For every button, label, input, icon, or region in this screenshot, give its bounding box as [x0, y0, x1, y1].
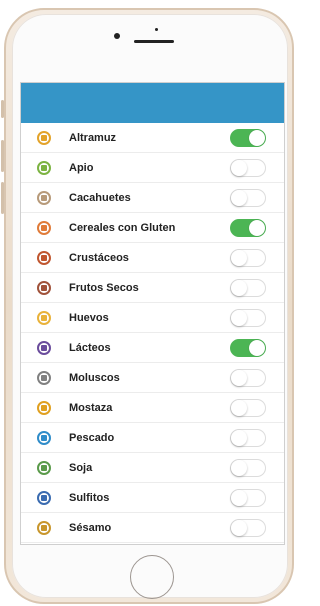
- allergen-icon: [37, 250, 51, 265]
- volume-down-button: [1, 182, 4, 214]
- allergen-label: Cacahuetes: [69, 191, 131, 204]
- toggle-knob: [249, 339, 265, 356]
- app-header-bar: [21, 83, 284, 123]
- list-item[interactable]: Lácteos: [21, 333, 284, 363]
- allergen-toggle[interactable]: [230, 518, 266, 537]
- allergen-label: Sésamo: [69, 521, 112, 534]
- allergen-label: Crustáceos: [69, 251, 129, 264]
- allergen-toggle[interactable]: [230, 428, 266, 447]
- allergen-toggle[interactable]: [230, 308, 266, 327]
- toggle-knob: [231, 309, 247, 326]
- list-item[interactable]: Apio: [21, 153, 284, 183]
- allergen-icon: [37, 460, 51, 475]
- proximity-sensor: [155, 28, 158, 31]
- list-item[interactable]: Moluscos: [21, 363, 284, 393]
- allergen-icon: [37, 130, 51, 145]
- allergen-label: Sulfitos: [69, 491, 110, 504]
- list-item[interactable]: Sulfitos: [21, 483, 284, 513]
- toggle-knob: [231, 459, 247, 476]
- toggle-knob: [249, 129, 265, 146]
- toggle-knob: [231, 489, 247, 506]
- allergen-toggle[interactable]: [230, 488, 266, 507]
- allergen-toggle[interactable]: [230, 458, 266, 477]
- toggle-knob: [231, 429, 247, 446]
- list-item[interactable]: Altramuz: [21, 123, 284, 153]
- app-screen: Altramuz Apio Cacahuetes Cereales con Glute…: [20, 82, 285, 545]
- allergen-toggle[interactable]: [230, 368, 266, 387]
- allergen-icon: [37, 400, 51, 415]
- toggle-knob: [231, 249, 247, 266]
- allergen-toggle[interactable]: [230, 128, 266, 147]
- allergen-list: Altramuz Apio Cacahuetes Cereales con Glute…: [21, 123, 284, 543]
- toggle-knob: [231, 189, 247, 206]
- home-button[interactable]: [130, 555, 174, 599]
- allergen-toggle[interactable]: [230, 158, 266, 177]
- toggle-knob: [231, 399, 247, 416]
- allergen-toggle[interactable]: [230, 398, 266, 417]
- allergen-label: Pescado: [69, 431, 115, 444]
- list-item[interactable]: Pescado: [21, 423, 284, 453]
- earpiece-speaker: [134, 40, 174, 43]
- allergen-icon: [37, 490, 51, 505]
- toggle-knob: [231, 159, 247, 176]
- allergen-label: Altramuz: [69, 131, 117, 144]
- toggle-knob: [249, 219, 265, 236]
- allergen-icon: [37, 160, 51, 175]
- allergen-label: Moluscos: [69, 371, 120, 384]
- allergen-label: Cereales con Gluten: [69, 221, 176, 234]
- allergen-toggle[interactable]: [230, 278, 266, 297]
- allergen-label: Lácteos: [69, 341, 111, 354]
- list-item[interactable]: Sésamo: [21, 513, 284, 543]
- list-item[interactable]: Huevos: [21, 303, 284, 333]
- list-item[interactable]: Frutos Secos: [21, 273, 284, 303]
- allergen-label: Frutos Secos: [69, 281, 139, 294]
- list-item[interactable]: Cacahuetes: [21, 183, 284, 213]
- toggle-knob: [231, 369, 247, 386]
- allergen-toggle[interactable]: [230, 248, 266, 267]
- allergen-icon: [37, 520, 51, 535]
- allergen-toggle[interactable]: [230, 218, 266, 237]
- allergen-toggle[interactable]: [230, 338, 266, 357]
- allergen-icon: [37, 280, 51, 295]
- list-item[interactable]: Cereales con Gluten: [21, 213, 284, 243]
- list-item[interactable]: Crustáceos: [21, 243, 284, 273]
- toggle-knob: [231, 519, 247, 536]
- allergen-label: Huevos: [69, 311, 109, 324]
- allergen-icon: [37, 370, 51, 385]
- allergen-toggle[interactable]: [230, 188, 266, 207]
- allergen-icon: [37, 190, 51, 205]
- toggle-knob: [231, 279, 247, 296]
- mute-switch: [1, 100, 4, 118]
- front-camera: [114, 33, 120, 39]
- allergen-icon: [37, 310, 51, 325]
- allergen-icon: [37, 430, 51, 445]
- allergen-label: Apio: [69, 161, 94, 174]
- volume-up-button: [1, 140, 4, 172]
- allergen-icon: [37, 340, 51, 355]
- allergen-label: Soja: [69, 461, 93, 474]
- allergen-label: Mostaza: [69, 401, 113, 414]
- allergen-icon: [37, 220, 51, 235]
- list-item[interactable]: Soja: [21, 453, 284, 483]
- list-item[interactable]: Mostaza: [21, 393, 284, 423]
